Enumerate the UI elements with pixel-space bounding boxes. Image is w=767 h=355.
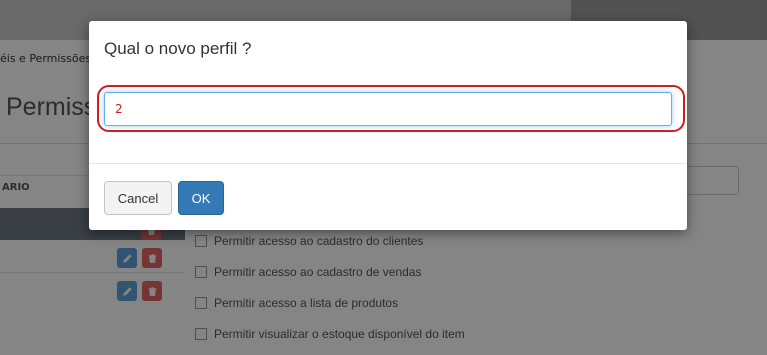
dialog-divider (89, 163, 687, 164)
cancel-button[interactable]: Cancel (104, 181, 172, 215)
dialog-title: Qual o novo perfil ? (104, 39, 252, 58)
ok-button[interactable]: OK (178, 181, 224, 215)
prompt-dialog: Qual o novo perfil ? Cancel OK (89, 21, 687, 230)
profile-name-input[interactable] (104, 92, 672, 126)
